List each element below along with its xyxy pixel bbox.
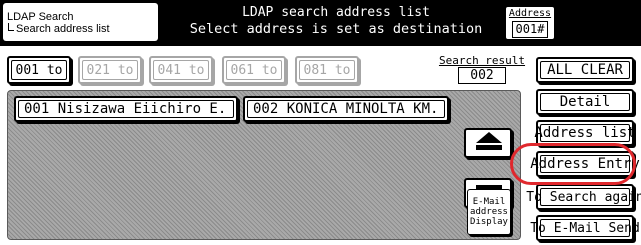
page-button-021[interactable]: 021 to xyxy=(78,56,142,84)
email-display-line-3: Display xyxy=(470,217,508,227)
page-title: LDAP search address list xyxy=(242,5,430,20)
breadcrumb-ldap-search: LDAP Search xyxy=(7,11,74,23)
address-list-button[interactable]: Address list xyxy=(534,120,636,146)
address-count-box: Address 001# xyxy=(506,7,554,39)
breadcrumb-search-address-list: Search address list xyxy=(16,23,110,35)
arrow-up-bar xyxy=(476,145,502,150)
breadcrumb: LDAP Search Search address list xyxy=(3,3,158,41)
page-button-001[interactable]: 001 to xyxy=(7,56,71,84)
address-entry-button[interactable]: Address Entry xyxy=(530,151,640,177)
to-search-again-button[interactable]: To Search again xyxy=(526,184,641,210)
search-result-value: 002 xyxy=(458,67,506,84)
page-button-081[interactable]: 081 to xyxy=(295,56,359,84)
address-entry-002[interactable]: 002 KONICA MINOLTA KM. xyxy=(243,96,449,122)
detail-button[interactable]: Detail xyxy=(536,89,634,115)
breadcrumb-sub-wrap: Search address list xyxy=(12,23,110,35)
page-button-061[interactable]: 061 to xyxy=(222,56,286,84)
page-button-041[interactable]: 041 to xyxy=(149,56,213,84)
search-result-label: Search result xyxy=(438,54,526,67)
address-entry-001[interactable]: 001 Nisizawa Eiichiro E. xyxy=(14,96,238,122)
address-count-label: Address xyxy=(508,8,552,19)
address-list-panel: 001 Nisizawa Eiichiro E. 002 KONICA MINO… xyxy=(7,90,521,240)
email-address-display-button[interactable]: E-Mail address Display xyxy=(467,189,511,235)
all-clear-button[interactable]: ALL CLEAR xyxy=(536,57,634,83)
email-display-line-2: address xyxy=(470,207,508,217)
header-bar: LDAP Search Search address list LDAP sea… xyxy=(0,0,641,46)
to-email-send-button[interactable]: To E-Mail Send xyxy=(530,215,640,241)
search-result-box: Search result 002 xyxy=(432,54,532,84)
page-subtitle: Select address is set as destination xyxy=(189,21,483,37)
address-count-value: 001# xyxy=(512,21,548,38)
scroll-up-button[interactable] xyxy=(464,128,512,158)
arrow-up-icon xyxy=(476,132,502,143)
email-display-line-1: E-Mail xyxy=(472,197,506,207)
